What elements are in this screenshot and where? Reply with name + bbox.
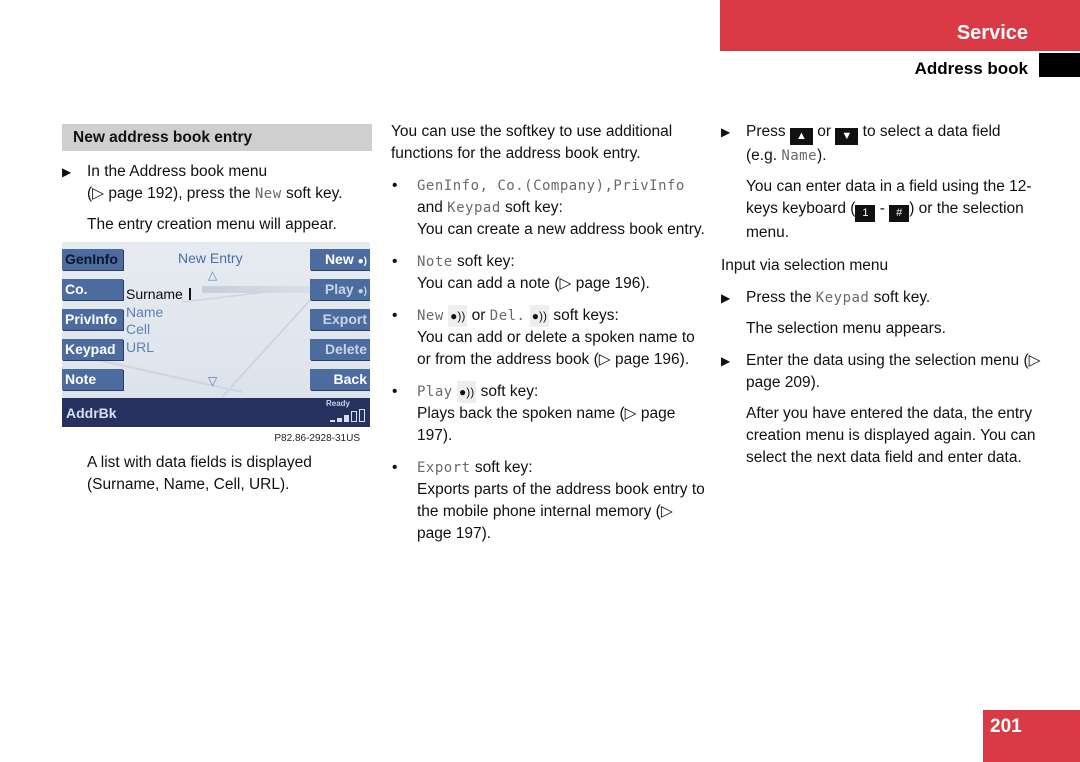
step-arrow-icon: ▶ (721, 354, 731, 368)
softkey-note[interactable]: Note (62, 369, 123, 390)
field-url[interactable]: URL (126, 339, 154, 355)
address-book-screen: New Entry △ ▽ GenInfo Co. PrivInfo Keypa… (62, 242, 370, 427)
step-1: ▶ In the Address book menu (▷ page 192),… (62, 163, 343, 202)
softkey-geninfo[interactable]: GenInfo (62, 249, 123, 270)
bullet-note: • Note soft key: You can add a note (▷ p… (392, 253, 650, 292)
step-press-keypad: ▶ Press the Keypad soft key. (721, 287, 1041, 309)
softkey-keypad[interactable]: Keypad (62, 339, 123, 360)
softkey-ref: New (254, 186, 282, 202)
column-3: ▶ Press ▲ or ▼ to select a data field (e… (721, 118, 1041, 469)
bullet-icon: • (392, 177, 398, 194)
status-ready: Ready (325, 399, 350, 408)
page-number-tab: 201 (983, 710, 1080, 762)
softkey-privinfo[interactable]: PrivInfo (62, 309, 123, 330)
screen-title: New Entry (178, 250, 243, 266)
voice-icon: ●) (357, 286, 367, 297)
scroll-down-icon: ▽ (208, 374, 218, 388)
key-hash-icon: # (889, 205, 910, 222)
up-key-icon: ▲ (789, 128, 813, 145)
section-heading: New address book entry (62, 124, 372, 151)
figure-caption: A list with data fields is displayed (Su… (87, 454, 312, 493)
subsection-title: Address book (914, 59, 1028, 78)
bullet-icon: • (392, 307, 398, 324)
softkey-play[interactable]: Play ●) (310, 279, 370, 300)
status-label: AddrBk (66, 405, 117, 421)
page-number: 201 (990, 716, 1022, 737)
bullet-geninfo: • GenInfo, Co.(Company),PrivInfo and Key… (392, 177, 705, 238)
bullet-export: • Export soft key: Exports parts of the … (392, 459, 705, 542)
field-cell[interactable]: Cell (126, 321, 150, 337)
intro-text: You can use the softkey to use additiona… (391, 123, 673, 162)
column-1: New address book entry ▶ In the Address … (62, 118, 372, 236)
step-1-result: The entry creation menu will appear. (87, 216, 337, 233)
subheading: Input via selection menu (721, 257, 889, 274)
bullet-icon: • (392, 383, 398, 400)
thumb-tab-marker (1039, 53, 1080, 77)
voice-icon: ●)) (457, 381, 477, 403)
bullet-new-del: • New ●)) or Del. ●)) soft keys: You can… (392, 305, 695, 368)
step-arrow-icon: ▶ (62, 165, 72, 179)
softkey-delete[interactable]: Delete (310, 339, 370, 360)
step-arrow-icon: ▶ (721, 291, 731, 305)
bullet-icon: • (392, 253, 398, 270)
keyboard-info: You can enter data in a field using the … (746, 178, 1032, 241)
voice-icon: ●) (357, 256, 367, 267)
signal-strength-icon (330, 409, 365, 422)
step-select-field: ▶ Press ▲ or ▼ to select a data field (e… (721, 123, 1001, 164)
bullet-icon: • (392, 459, 398, 476)
step-result: After you have entered the data, the ent… (746, 405, 1036, 466)
step-arrow-icon: ▶ (721, 125, 731, 139)
softkey-co[interactable]: Co. (62, 279, 123, 300)
section-title: Service (956, 22, 1028, 44)
scroll-up-icon: △ (208, 268, 218, 282)
down-key-icon: ▼ (835, 128, 859, 145)
field-surname[interactable]: Surname (126, 286, 191, 302)
voice-icon: ●)) (448, 305, 468, 327)
step-result: The selection menu appears. (746, 320, 946, 337)
header-band: Service (720, 0, 1080, 51)
key-1-icon: 1 (855, 205, 876, 222)
softkey-export[interactable]: Export (310, 309, 370, 330)
softkey-back[interactable]: Back (310, 369, 370, 390)
voice-icon: ●)) (529, 305, 550, 327)
figure-id: P82.86-2928-31US (274, 433, 360, 444)
text-cursor (188, 288, 191, 300)
status-bar: AddrBk Ready (62, 398, 370, 427)
softkey-new[interactable]: New ●) (310, 249, 370, 270)
column-2: You can use the softkey to use additiona… (391, 118, 706, 545)
step-enter-data: ▶ Enter the data using the selection men… (721, 352, 1041, 391)
field-name[interactable]: Name (126, 304, 163, 320)
bullet-play: • Play ●)) soft key: Plays back the spok… (392, 381, 676, 444)
